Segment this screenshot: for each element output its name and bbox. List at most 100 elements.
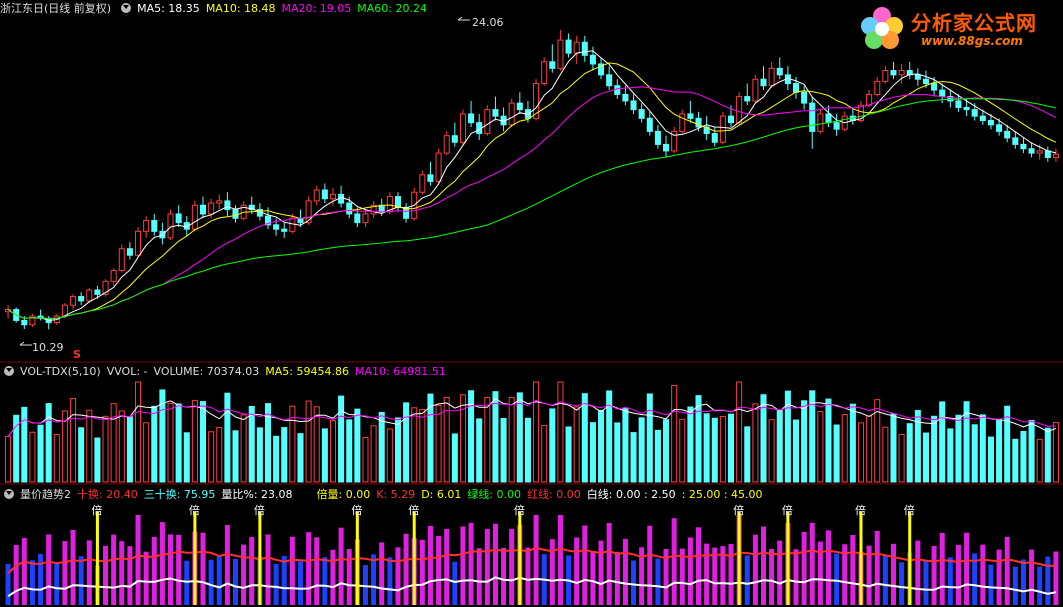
- vol-settings-icon[interactable]: [4, 366, 14, 376]
- volume-bar: [630, 432, 637, 483]
- candle-body: [208, 202, 215, 215]
- indicator-bar: [168, 534, 174, 605]
- volume-bar: [45, 403, 52, 483]
- candle-body: [508, 102, 515, 126]
- bei-marker-label: 倍: [514, 503, 525, 517]
- volume-bar: [581, 393, 588, 483]
- indicator-bar: [606, 523, 612, 605]
- volume-bar: [248, 405, 255, 483]
- bei-marker-bar: [737, 512, 741, 605]
- vol-ma10-readout: MA10: 64981.51: [354, 364, 446, 378]
- indicator-bar: [249, 536, 255, 605]
- volume-bar: [5, 435, 12, 483]
- volume-bar: [906, 423, 913, 483]
- indicator-bar: [208, 559, 214, 605]
- candle-body: [362, 213, 369, 224]
- indicator-bar: [119, 541, 125, 605]
- volume-bar: [21, 406, 28, 483]
- indicator-bar: [38, 553, 44, 605]
- indicator-bar: [54, 562, 60, 605]
- volume-bar: [931, 415, 938, 483]
- candle-body: [955, 100, 962, 108]
- volume-bar: [654, 429, 661, 483]
- indicator-panel-header: 量价趋势2 十换: 20.40 三十换: 75.95 量比%: 23.08 倍量…: [0, 486, 769, 502]
- indicator-bar: [647, 525, 653, 605]
- ma5-line: [7, 50, 1057, 321]
- logo-name: 分析家公式网: [911, 11, 1037, 35]
- indicator-bar: [78, 556, 84, 605]
- candle-body: [224, 200, 231, 211]
- candle-body: [654, 130, 661, 145]
- candle-body: [78, 296, 85, 302]
- indicator-bar: [224, 525, 230, 605]
- volume-bar: [947, 428, 954, 483]
- indicator-bar: [834, 553, 840, 605]
- candle-body: [792, 83, 800, 93]
- indicator-bar: [314, 537, 320, 605]
- volume-bar: [151, 405, 158, 483]
- indicator-bar: [46, 534, 52, 605]
- indicator-bar: [980, 544, 986, 605]
- volume-bar: [898, 433, 905, 483]
- volume-bar: [573, 406, 580, 483]
- volume-bar: [736, 381, 743, 483]
- volume-bar: [638, 417, 645, 483]
- candle-body: [727, 115, 735, 124]
- volume-bar: [1044, 427, 1051, 483]
- volume-bar: [646, 393, 653, 483]
- indicator-bar: [549, 539, 555, 605]
- candle-body: [833, 122, 840, 130]
- bei-marker-label: 倍: [904, 503, 915, 517]
- volume-bar: [663, 419, 670, 483]
- candle-body: [971, 109, 978, 117]
- volume-bar: [403, 402, 410, 483]
- candle-body: [1036, 150, 1043, 154]
- indicator-bar: [955, 544, 961, 605]
- volume-bar: [273, 435, 280, 483]
- candle-body: [70, 296, 77, 306]
- indicator-bar: [281, 556, 287, 605]
- indicator-bar: [525, 547, 531, 605]
- volume-bar: [1012, 438, 1019, 483]
- volume-bar: [987, 436, 994, 483]
- volume-bar: [435, 404, 442, 483]
- volume-bar: [508, 396, 515, 483]
- indicator-bar: [127, 546, 133, 605]
- bei-marker-bar: [908, 512, 912, 605]
- candle-body: [866, 93, 873, 106]
- indicator-bar: [468, 522, 474, 605]
- indicator-bar: [890, 543, 896, 605]
- bei-marker-label: 倍: [782, 503, 793, 517]
- indicator-bar: [931, 545, 937, 605]
- candle-body: [459, 113, 466, 143]
- indicator-bar: [265, 534, 271, 605]
- site-logo[interactable]: 分析家公式网 www.88gs.com: [855, 4, 1055, 54]
- indicator-bar: [1053, 551, 1059, 605]
- indicator-bar: [899, 562, 905, 605]
- indicator-bar: [744, 555, 750, 605]
- candle-body: [939, 89, 946, 98]
- volume-bar: [346, 419, 353, 483]
- volume-bar: [557, 381, 564, 483]
- volume-bar: [849, 403, 856, 483]
- candle-body: [963, 106, 970, 111]
- candle-body: [687, 113, 694, 119]
- candle-body: [427, 174, 434, 182]
- indicator-bar: [241, 544, 247, 605]
- volume-bar: [622, 408, 629, 483]
- indicator-bar: [346, 549, 352, 605]
- indicator-bar: [882, 555, 888, 605]
- candle-body: [354, 213, 361, 224]
- indicator-bar: [557, 515, 563, 605]
- indicator-bar: [436, 535, 442, 605]
- candle-body: [468, 113, 475, 124]
- volume-bar: [524, 417, 531, 483]
- volume-bar: [94, 437, 101, 483]
- volume-bar: [256, 427, 263, 483]
- lvxian-readout: 绿线: 0.00: [467, 488, 522, 501]
- settings-toggle-icon[interactable]: [121, 3, 132, 13]
- ind-settings-icon[interactable]: [4, 489, 14, 499]
- volume-bar: [118, 410, 125, 483]
- candle-body: [346, 202, 353, 215]
- volume-bar: [841, 413, 848, 483]
